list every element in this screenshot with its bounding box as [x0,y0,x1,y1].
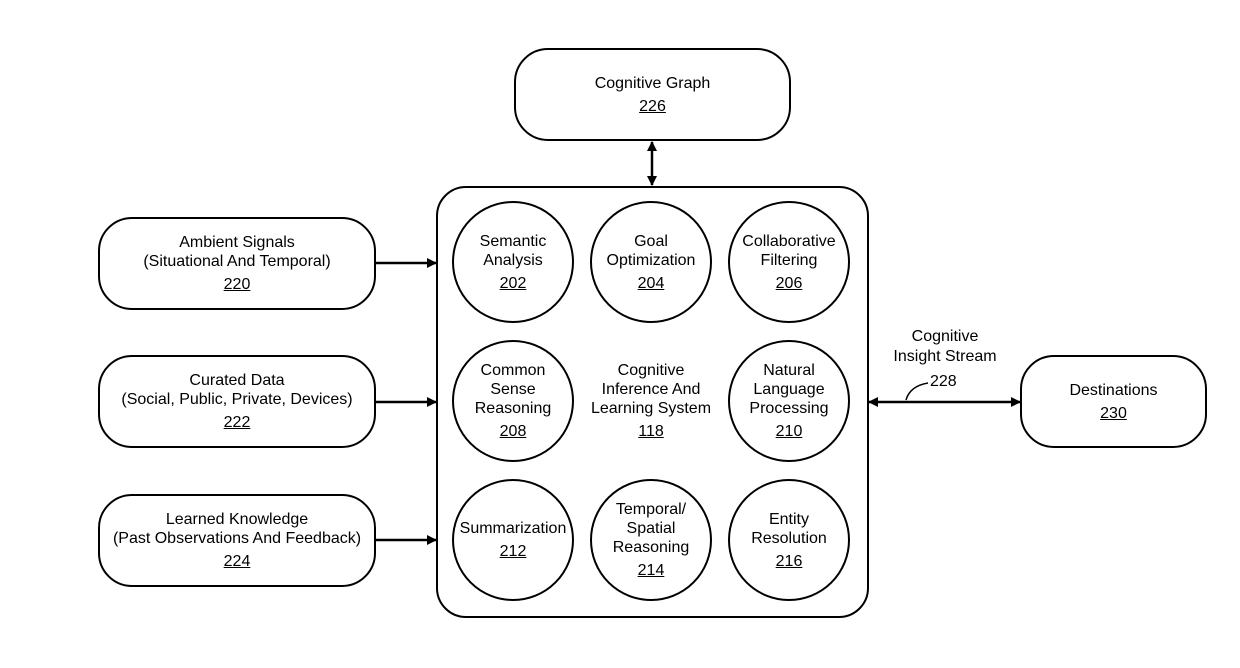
input-subtitle: (Past Observations And Feedback) [112,530,362,547]
cognitive-graph-title: Cognitive Graph [594,74,711,92]
module-common-sense-reasoning: Common Sense Reasoning 208 [452,340,574,462]
input-title: Ambient Signals [179,234,295,251]
module-temporal-spatial-reasoning: Temporal/ Spatial Reasoning 214 [590,479,712,601]
module-line: Semantic [479,232,547,250]
system-ref: 118 [638,423,664,440]
input-ref: 224 [223,553,251,570]
system-title: Cognitive Inference And Learning System … [584,340,718,462]
module-ref: 212 [499,543,527,560]
module-collaborative-filtering: Collaborative Filtering 206 [728,201,850,323]
module-goal-optimization: Goal Optimization 204 [590,201,712,323]
cognitive-graph-box: Cognitive Graph 226 [514,48,791,141]
module-summarization: Summarization 212 [452,479,574,601]
module-ref: 208 [499,423,527,440]
module-line: Language [753,381,825,398]
module-semantic-analysis: Semantic Analysis 202 [452,201,574,323]
module-ref: 216 [775,552,803,570]
module-natural-language-processing: Natural Language Processing 210 [728,340,850,462]
input-box-learned-knowledge: Learned Knowledge (Past Observations And… [98,494,376,587]
input-subtitle: (Situational And Temporal) [143,253,331,270]
system-title-line: Inference And [601,381,701,398]
module-line: Processing [749,400,829,417]
stream-label: Cognitive Insight Stream [880,327,1010,367]
stream-ref: 228 [930,373,957,390]
input-ref: 220 [223,276,251,293]
input-box-curated-data: Curated Data (Social, Public, Private, D… [98,355,376,448]
stream-label-line: Cognitive [911,328,979,345]
input-title: Learned Knowledge [165,511,309,528]
module-line: Optimization [606,251,696,269]
destinations-box: Destinations 230 [1020,355,1207,448]
input-title: Curated Data [189,372,285,389]
module-line: Filtering [760,251,818,269]
module-line: Spatial [626,520,676,537]
module-ref: 214 [637,562,665,579]
input-box-ambient-signals: Ambient Signals (Situational And Tempora… [98,217,376,310]
stream-label-line: Insight Stream [893,348,997,365]
stream-leader [905,382,929,401]
module-line: Resolution [751,529,827,547]
input-ref: 222 [223,414,251,431]
module-line: Sense [490,381,536,398]
system-title-line: Cognitive [617,362,685,379]
module-ref: 202 [499,274,527,292]
module-line: Goal [634,232,668,250]
module-line: Analysis [483,251,543,269]
module-line: Common [480,362,546,379]
module-line: Reasoning [474,400,552,417]
input-subtitle: (Social, Public, Private, Devices) [121,391,353,408]
destinations-ref: 230 [1100,404,1127,422]
module-line: Collaborative [742,232,836,250]
module-ref: 210 [775,423,803,440]
destinations-title: Destinations [1069,381,1158,399]
module-ref: 204 [637,274,665,292]
module-line: Summarization [459,520,567,537]
module-ref: 206 [775,274,803,292]
cognitive-system-box: Semantic Analysis 202 Goal Optimization … [436,186,869,618]
module-line: Temporal/ [615,501,687,518]
cognitive-graph-ref: 226 [639,97,666,115]
module-line: Reasoning [612,539,690,556]
system-title-line: Learning System [590,400,712,417]
module-entity-resolution: Entity Resolution 216 [728,479,850,601]
module-line: Entity [768,510,809,528]
module-line: Natural [763,362,815,379]
